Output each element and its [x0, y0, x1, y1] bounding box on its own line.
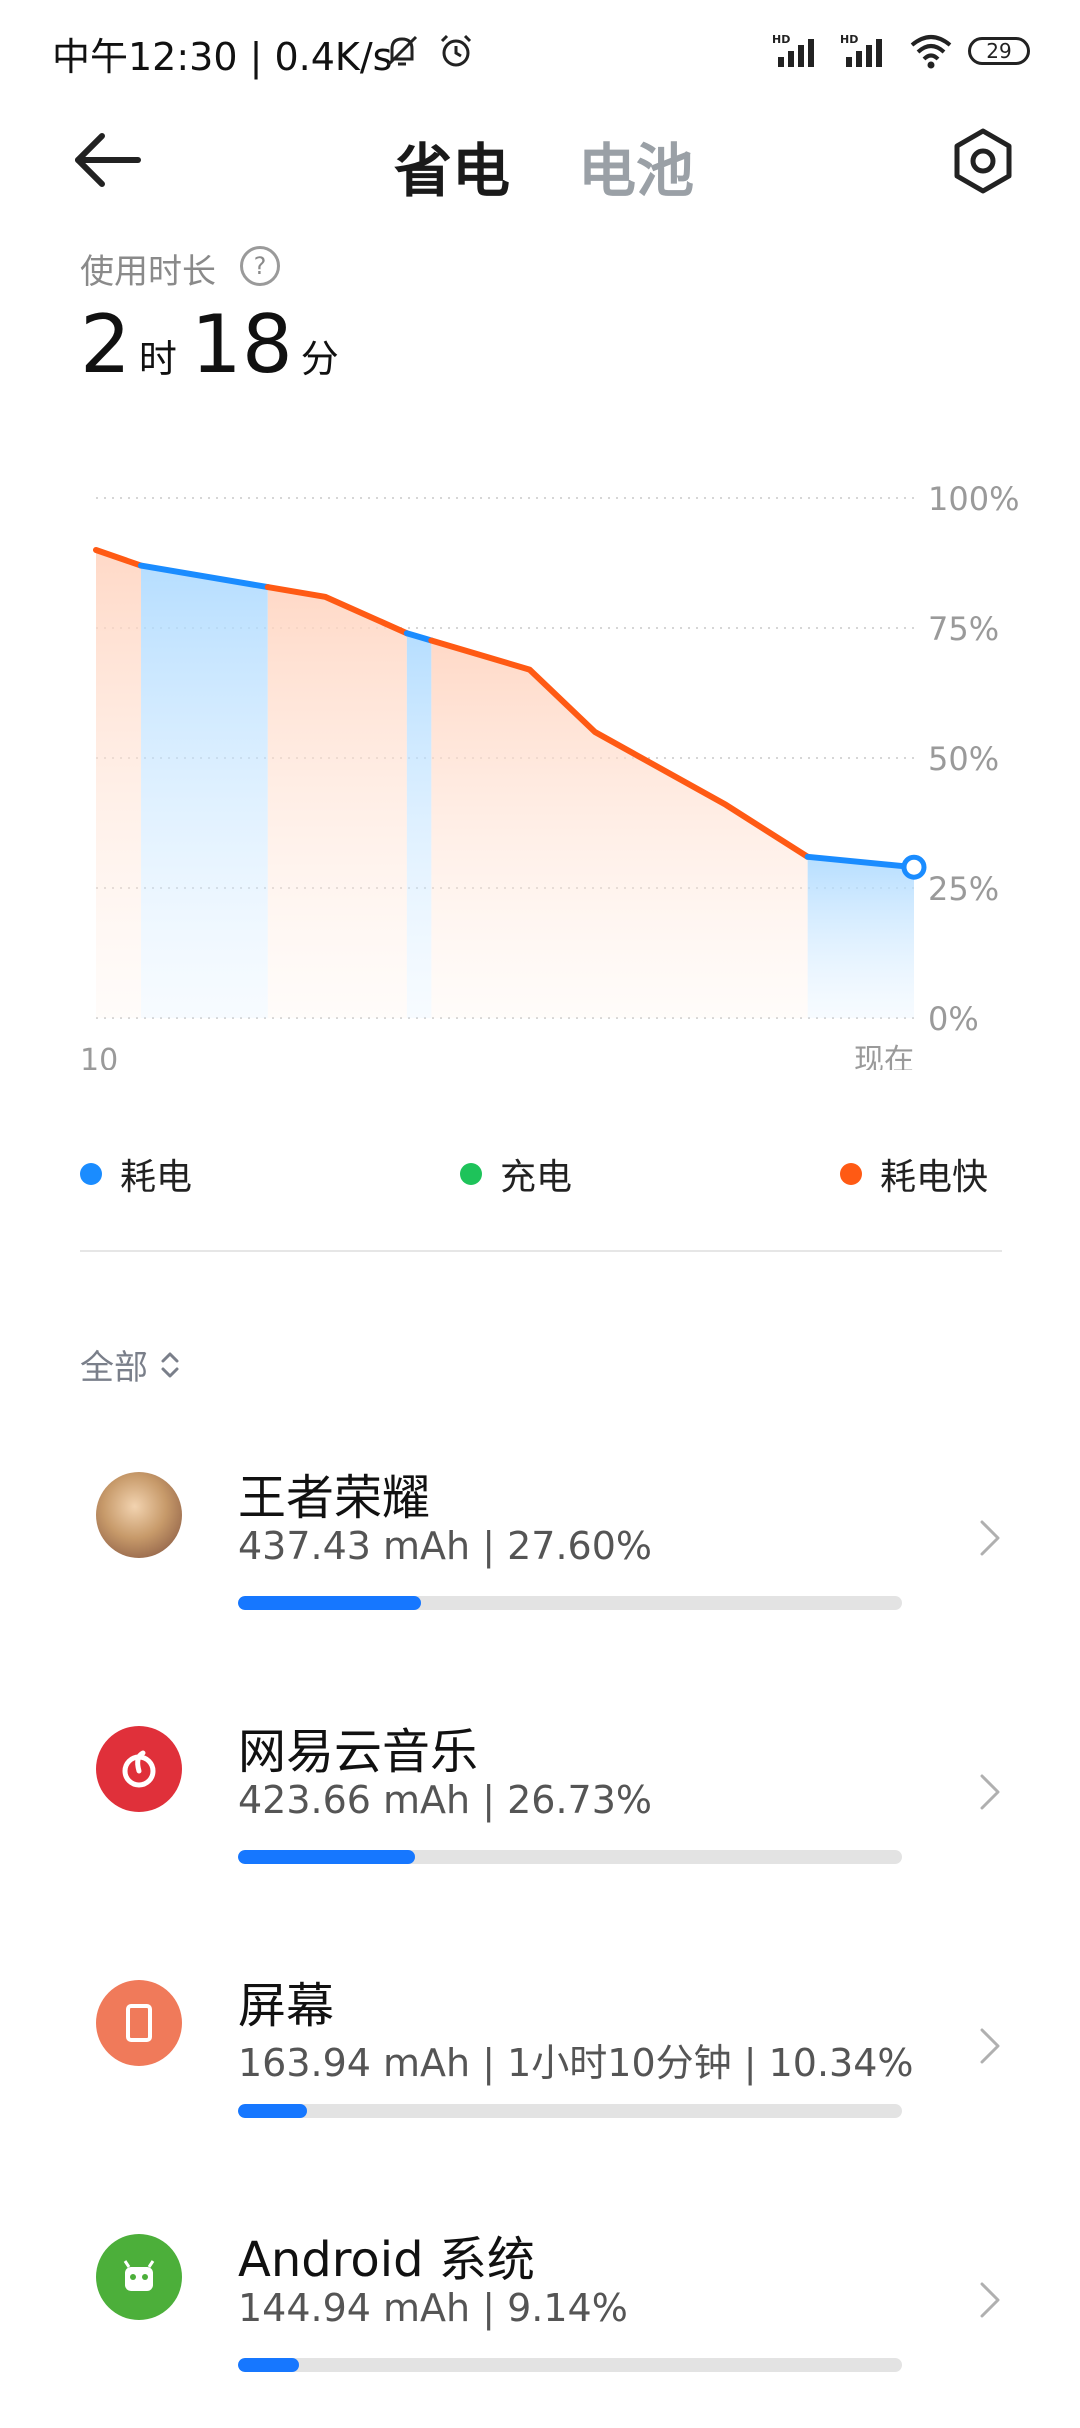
app-stats: 423.66 mAh | 26.73%: [238, 1778, 652, 1822]
chart-segment-area: [267, 587, 407, 1018]
app-row-android-system[interactable]: Android 系统 144.94 mAh | 9.14%: [0, 2174, 1080, 2428]
usage-bar-fill: [238, 2104, 307, 2118]
app-name: 网易云音乐: [238, 1724, 479, 1780]
sort-updown-icon: [161, 1352, 179, 1377]
honor-of-kings-icon: [96, 1472, 182, 1558]
tab-power-saving[interactable]: 省电: [394, 124, 510, 208]
legend-label-charge: 充电: [500, 1157, 573, 1198]
y-tick-label: 100%: [928, 480, 1019, 518]
usage-bar: [238, 2358, 902, 2372]
status-left-icons: [382, 26, 476, 76]
legend-dot-charge: [460, 1163, 482, 1185]
divider: [80, 1250, 1002, 1252]
x-tick-label: 现在: [854, 1043, 914, 1070]
screen-icon: [96, 1980, 182, 2066]
settings-hexagon-icon[interactable]: [948, 126, 1018, 196]
battery-icon: 29: [968, 37, 1030, 65]
y-tick-label: 0%: [928, 1000, 979, 1038]
app-row-screen[interactable]: 屏幕 163.94 mAh | 1小时10分钟 | 10.34%: [0, 1920, 1080, 2174]
chart-segment-area: [431, 640, 808, 1018]
svg-text:HD: HD: [772, 33, 790, 46]
android-icon: [96, 2234, 182, 2320]
chevron-right-icon: [980, 1774, 1000, 1810]
app-stats: 437.43 mAh | 27.60%: [238, 1524, 652, 1568]
usage-bar: [238, 1850, 902, 1864]
filter-label: 全部: [80, 1348, 148, 1388]
usage-bar: [238, 1596, 902, 1610]
legend-label-drain: 耗电: [120, 1157, 193, 1198]
usage-hours: 2: [80, 298, 131, 391]
back-arrow-icon[interactable]: [72, 120, 152, 200]
help-icon[interactable]: ?: [240, 246, 280, 286]
app-name: 屏幕: [238, 1978, 335, 2034]
tab-battery[interactable]: 电池: [578, 124, 694, 208]
y-tick-label: 50%: [928, 740, 999, 778]
app-row-netease-music[interactable]: 网易云音乐 423.66 mAh | 26.73%: [0, 1666, 1080, 1920]
app-stats: 144.94 mAh | 9.14%: [238, 2286, 628, 2330]
chart-segment-area: [140, 565, 268, 1018]
chevron-right-icon: [980, 2282, 1000, 2318]
usage-bar: [238, 2104, 902, 2118]
app-stats: 163.94 mAh | 1小时10分钟 | 10.34%: [238, 2041, 914, 2085]
legend-item-fast-drain: 耗电快: [840, 1148, 988, 1200]
usage-duration-label: 使用时长: [80, 252, 216, 292]
chart-segment-area: [96, 550, 141, 1018]
legend-item-drain: 耗电: [80, 1148, 192, 1200]
y-tick-label: 75%: [928, 610, 999, 648]
app-name: 王者荣耀: [238, 1470, 431, 1526]
chart-segment-area: [807, 856, 914, 1018]
legend-label-fast-drain: 耗电快: [880, 1157, 989, 1198]
battery-level-text: 29: [986, 39, 1012, 63]
legend-dot-drain: [80, 1163, 102, 1185]
usage-bar-fill: [238, 1850, 416, 1864]
status-right-icons: HD HD 29: [772, 26, 1030, 76]
hd-signal-icon: HD: [840, 33, 882, 67]
usage-minute-unit: 分: [300, 337, 339, 381]
hd-signal-icon: HD: [772, 33, 814, 67]
filter-dropdown[interactable]: 全部: [80, 1340, 182, 1389]
svg-text:HD: HD: [840, 33, 858, 46]
usage-hour-unit: 时: [138, 337, 177, 381]
chevron-right-icon: [980, 2028, 1000, 2064]
usage-bar-fill: [238, 2358, 299, 2372]
chevron-right-icon: [980, 1520, 1000, 1556]
netease-music-icon: [96, 1726, 182, 1812]
mute-bell-icon: [386, 35, 418, 67]
chart-current-point: [901, 854, 927, 880]
battery-level-chart: 100% 75% 50% 25% 0% 10 现在: [80, 480, 1019, 1070]
wifi-icon: [910, 35, 952, 69]
usage-bar-fill: [238, 1596, 422, 1610]
status-bar-time-speed: 中午12:30 | 0.4K/s: [52, 35, 393, 79]
alarm-icon: [440, 34, 472, 67]
legend-item-charge: 充电: [460, 1148, 572, 1200]
usage-minutes: 18: [190, 298, 293, 391]
app-row-honor-of-kings[interactable]: 王者荣耀 437.43 mAh | 27.60%: [0, 1412, 1080, 1666]
legend-dot-fast-drain: [840, 1163, 862, 1185]
y-tick-label: 25%: [928, 870, 999, 908]
app-name: Android 系统: [238, 2232, 535, 2288]
x-tick-label: 10: [80, 1043, 118, 1070]
usage-duration-value: 2 时 18 分: [80, 298, 353, 391]
chart-segment-area: [406, 633, 432, 1018]
